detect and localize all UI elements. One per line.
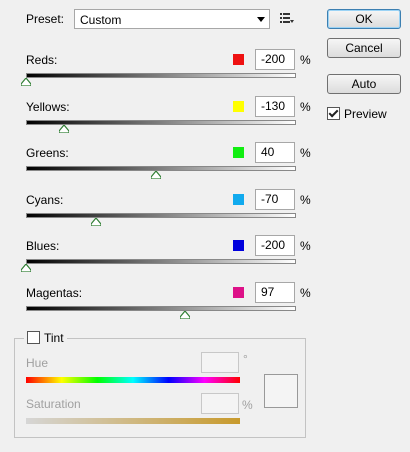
hue-spectrum-bar — [26, 377, 240, 383]
channel-value-input[interactable]: -200 — [255, 49, 295, 70]
saturation-percent-label: % — [242, 398, 253, 412]
chevron-down-icon — [257, 17, 265, 22]
channel-value-input[interactable]: 40 — [255, 142, 295, 163]
saturation-input — [201, 393, 239, 414]
preset-dropdown[interactable]: Custom — [74, 9, 270, 29]
channel-label: Blues: — [26, 239, 60, 253]
channel-label: Yellows: — [26, 100, 70, 114]
channel-slider-track[interactable] — [26, 73, 296, 78]
percent-label: % — [300, 193, 311, 207]
preset-value: Custom — [80, 13, 122, 27]
degree-label: ° — [243, 352, 248, 366]
percent-label: % — [300, 100, 311, 114]
preview-label: Preview — [344, 107, 387, 121]
checkbox-checked-icon[interactable] — [327, 107, 340, 120]
preview-checkbox[interactable]: Preview — [327, 107, 387, 121]
color-swatch — [233, 147, 244, 158]
tint-color-preview — [264, 374, 298, 408]
channel-label: Greens: — [26, 146, 69, 160]
channel-label: Cyans: — [26, 193, 64, 207]
channel-label: Magentas: — [26, 286, 83, 300]
hue-input — [201, 352, 239, 373]
percent-label: % — [300, 286, 311, 300]
auto-button[interactable]: Auto — [327, 74, 401, 94]
saturation-label: Saturation — [26, 397, 81, 411]
color-swatch — [233, 240, 244, 251]
channel-value-input[interactable]: -70 — [255, 189, 295, 210]
ok-button[interactable]: OK — [327, 9, 401, 29]
color-swatch — [233, 54, 244, 65]
list-menu-icon[interactable] — [280, 12, 294, 24]
tint-checkbox[interactable]: Tint — [24, 331, 67, 345]
channel-value-input[interactable]: -130 — [255, 96, 295, 117]
channel-slider-track[interactable] — [26, 306, 296, 311]
color-swatch — [233, 101, 244, 112]
channel-slider-track[interactable] — [26, 166, 296, 171]
hue-label: Hue — [26, 356, 49, 370]
channel-value-input[interactable]: 97 — [255, 282, 295, 303]
saturation-bar — [26, 418, 240, 424]
cancel-button[interactable]: Cancel — [327, 38, 401, 58]
channel-value-input[interactable]: -200 — [255, 235, 295, 256]
channel-slider-track[interactable] — [26, 259, 296, 264]
percent-label: % — [300, 53, 311, 67]
percent-label: % — [300, 146, 311, 160]
channel-slider-track[interactable] — [26, 213, 296, 218]
color-swatch — [233, 194, 244, 205]
percent-label: % — [300, 239, 311, 253]
channel-label: Reds: — [26, 53, 58, 67]
preset-label: Preset: — [26, 12, 65, 26]
tint-label: Tint — [44, 331, 64, 345]
checkbox-unchecked-icon[interactable] — [27, 331, 40, 344]
color-swatch — [233, 287, 244, 298]
